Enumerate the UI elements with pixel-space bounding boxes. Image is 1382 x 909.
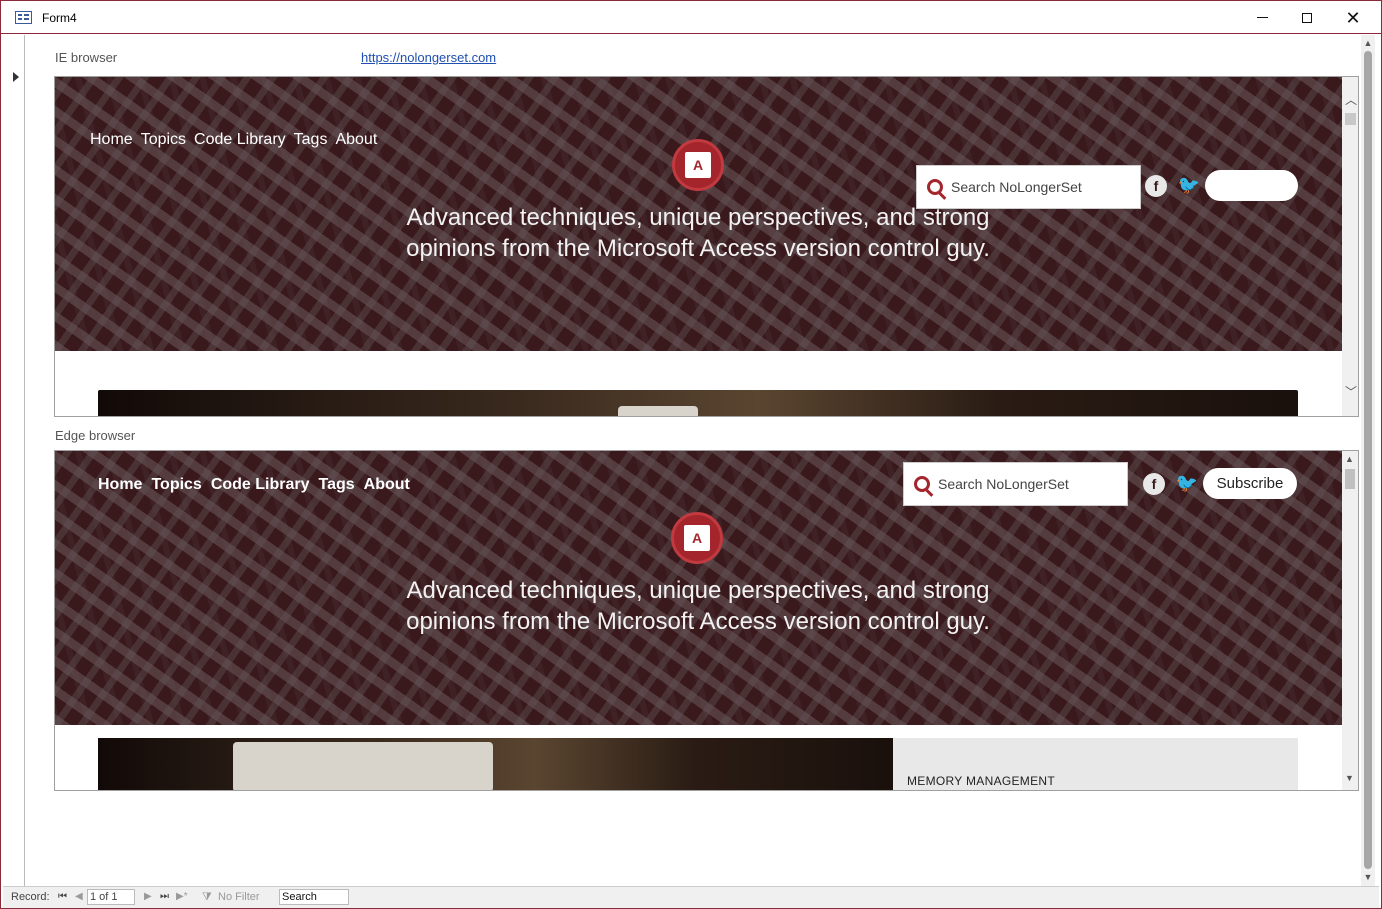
window-title: Form4: [42, 11, 77, 25]
site-tagline: Advanced techniques, unique perspectives…: [406, 577, 990, 635]
scroll-thumb[interactable]: [1364, 51, 1372, 869]
scroll-down-icon[interactable]: ▼: [1345, 773, 1354, 783]
minimize-icon: [1256, 17, 1268, 18]
nav-code-library[interactable]: Code Library: [194, 131, 286, 149]
next-record-icon[interactable]: ▶: [144, 891, 152, 902]
logo-letter: A: [684, 525, 710, 551]
logo-letter: A: [685, 152, 711, 178]
access-form-window: Form4 ✕ IE browser https://nolongerset.c…: [0, 0, 1382, 909]
nav-code-library[interactable]: Code Library: [211, 476, 310, 494]
facebook-icon[interactable]: f: [1143, 473, 1165, 495]
nav-about[interactable]: About: [335, 131, 377, 149]
record-search-input[interactable]: Search: [279, 889, 349, 905]
twitter-icon[interactable]: 🐦: [1178, 174, 1200, 196]
site-hero-banner: Home Topics Code Library Tags About A Ad…: [55, 451, 1342, 725]
filter-icon[interactable]: ⧩: [202, 891, 212, 904]
form-icon: [15, 11, 32, 24]
search-placeholder: Search NoLongerSet: [951, 179, 1082, 195]
previous-record-icon[interactable]: ◀: [75, 891, 83, 902]
form-vertical-scrollbar[interactable]: ▲ ▼: [1361, 35, 1375, 886]
featured-post-image[interactable]: [98, 390, 1298, 416]
post-category[interactable]: MEMORY MANAGEMENT: [907, 774, 1055, 788]
site-nav: Home Topics Code Library Tags About: [98, 476, 410, 494]
site-nav: Home Topics Code Library Tags About: [90, 131, 377, 149]
nav-tags[interactable]: Tags: [294, 131, 328, 149]
search-icon: [927, 179, 943, 195]
twitter-icon[interactable]: 🐦: [1176, 472, 1198, 494]
nav-topics[interactable]: Topics: [151, 476, 201, 494]
ie-scrollbar[interactable]: ︿ ﹀: [1342, 77, 1358, 416]
site-search-input[interactable]: Search NoLongerSet: [916, 165, 1141, 209]
scroll-thumb[interactable]: [1345, 469, 1355, 489]
current-record-arrow-icon: [13, 72, 19, 82]
edge-browser-label: Edge browser: [55, 428, 136, 443]
last-record-icon[interactable]: ⏭: [160, 891, 169, 902]
nav-topics[interactable]: Topics: [141, 131, 186, 149]
new-record-icon[interactable]: ▶*: [176, 891, 188, 902]
subscribe-button[interactable]: [1205, 170, 1298, 201]
subscribe-button[interactable]: Subscribe: [1203, 468, 1297, 499]
record-selector[interactable]: [3, 35, 25, 886]
scroll-down-icon[interactable]: ▼: [1363, 872, 1373, 882]
edge-scrollbar[interactable]: ▲ ▼: [1342, 451, 1358, 790]
nav-home[interactable]: Home: [98, 476, 142, 494]
maximize-button[interactable]: [1284, 1, 1330, 34]
title-bar: Form4 ✕: [1, 1, 1381, 34]
facebook-icon[interactable]: f: [1145, 175, 1167, 197]
record-navigation-bar: Record: ⏮ ◀ 1 of 1 ▶ ⏭ ▶* ⧩ No Filter Se…: [3, 886, 1379, 908]
nav-about[interactable]: About: [364, 476, 410, 494]
edge-browser-control[interactable]: Home Topics Code Library Tags About A Ad…: [54, 450, 1359, 791]
laptop-image: [233, 742, 493, 790]
scroll-up-icon[interactable]: ▲: [1345, 454, 1354, 464]
url-link[interactable]: https://nolongerset.com: [361, 50, 496, 65]
scroll-up-icon[interactable]: ▲: [1363, 38, 1373, 48]
featured-post-card[interactable]: MEMORY MANAGEMENT: [893, 738, 1298, 790]
access-logo-icon[interactable]: A: [671, 512, 723, 564]
no-filter-button[interactable]: No Filter: [218, 891, 260, 903]
access-logo-icon[interactable]: A: [672, 139, 724, 191]
nav-tags[interactable]: Tags: [319, 476, 355, 494]
close-icon: ✕: [1345, 7, 1361, 28]
search-icon: [914, 476, 930, 492]
ie-browser-control[interactable]: Home Topics Code Library Tags About A Ad…: [54, 76, 1359, 417]
ie-browser-label: IE browser: [55, 50, 118, 65]
scroll-down-icon[interactable]: ﹀: [1345, 383, 1357, 400]
site-tagline: Advanced techniques, unique perspectives…: [406, 204, 990, 262]
record-label: Record:: [11, 891, 50, 903]
close-button[interactable]: ✕: [1330, 1, 1376, 34]
site-search-input[interactable]: Search NoLongerSet: [903, 462, 1128, 506]
first-record-icon[interactable]: ⏮: [58, 891, 67, 902]
laptop-image: [618, 406, 698, 416]
maximize-icon: [1302, 12, 1312, 23]
scroll-thumb[interactable]: [1345, 113, 1356, 125]
featured-post-image[interactable]: [98, 738, 893, 790]
search-placeholder: Search NoLongerSet: [938, 476, 1069, 492]
minimize-button[interactable]: [1239, 1, 1285, 34]
nav-home[interactable]: Home: [90, 131, 133, 149]
scroll-up-icon[interactable]: ︿: [1345, 91, 1357, 108]
current-record-field[interactable]: 1 of 1: [87, 889, 135, 905]
site-hero-banner: Home Topics Code Library Tags About A Ad…: [55, 77, 1342, 351]
